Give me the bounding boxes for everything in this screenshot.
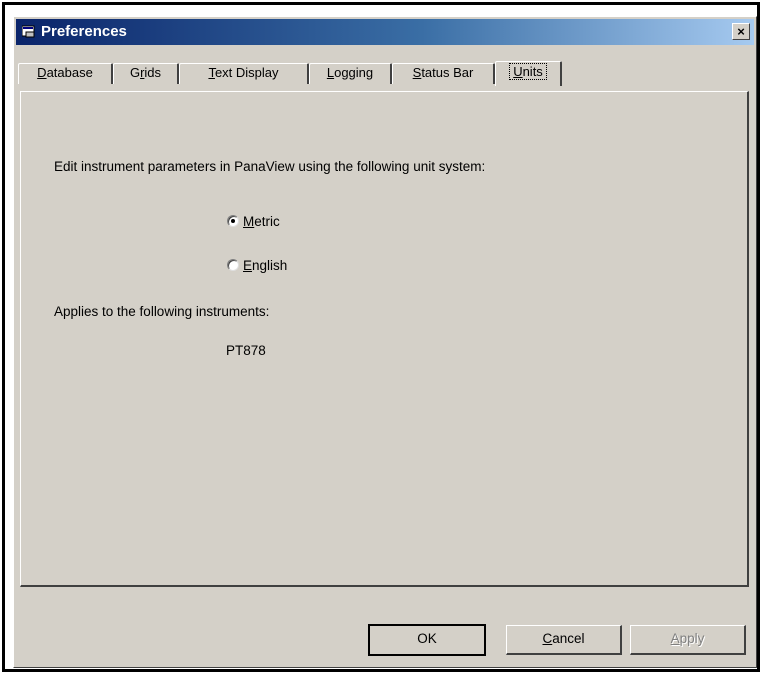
- cancel-button[interactable]: Cancel: [506, 625, 622, 655]
- applies-label: Applies to the following instruments:: [54, 304, 270, 319]
- instrument-item: PT878: [226, 343, 266, 358]
- tab-units[interactable]: Units: [495, 61, 562, 86]
- radio-button-unchecked[interactable]: [227, 259, 239, 271]
- radio-button-checked[interactable]: [227, 215, 239, 227]
- tab-grids[interactable]: Grids: [113, 63, 179, 84]
- units-tab-panel: Edit instrument parameters in PanaView u…: [20, 91, 749, 587]
- preferences-app-icon: [21, 25, 36, 38]
- window-title: Preferences: [41, 23, 127, 40]
- title-bar[interactable]: Preferences ×: [16, 19, 754, 45]
- radio-metric[interactable]: Metric: [227, 214, 280, 229]
- tab-logging[interactable]: Logging: [309, 63, 392, 84]
- apply-button[interactable]: Apply: [630, 625, 746, 655]
- tab-text-display[interactable]: Text Display: [179, 63, 309, 84]
- unit-system-instruction: Edit instrument parameters in PanaView u…: [54, 159, 486, 174]
- close-button[interactable]: ×: [732, 23, 750, 40]
- radio-english[interactable]: English: [227, 258, 287, 273]
- tab-status-bar[interactable]: Status Bar: [392, 63, 495, 84]
- tab-database[interactable]: Database: [18, 63, 113, 84]
- ok-button[interactable]: OK: [368, 624, 486, 656]
- close-icon: ×: [737, 24, 745, 39]
- preferences-dialog: Preferences × Database Grids Text Displa…: [13, 16, 757, 668]
